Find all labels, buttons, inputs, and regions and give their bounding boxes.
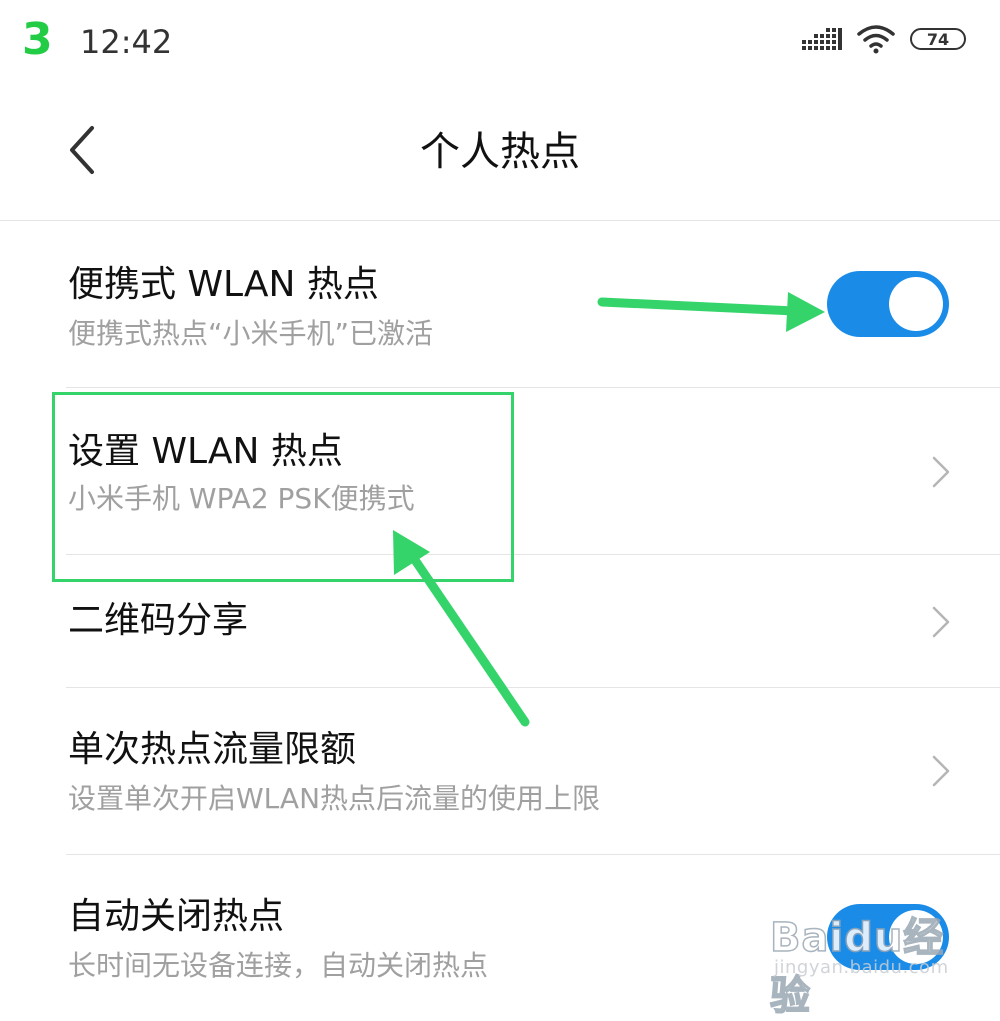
row-title: 二维码分享 [68, 600, 249, 641]
wifi-icon [857, 25, 895, 54]
row-subtitle: 设置单次开启WLAN热点后流量的使用上限 [68, 782, 601, 815]
chevron-right-icon [932, 755, 950, 787]
status-icons: 74 [802, 24, 966, 54]
battery-icon: 74 [910, 28, 966, 50]
status-time: 12:42 [80, 23, 173, 61]
row-subtitle: 长时间无设备连接，自动关闭热点 [68, 949, 489, 982]
toggle-knob [889, 277, 943, 331]
watermark-url: jingyan.baidu.com [774, 957, 949, 978]
row-title: 自动关闭热点 [68, 896, 285, 937]
row-data-limit[interactable]: 单次热点流量限额 设置单次开启WLAN热点后流量的使用上限 [0, 688, 1000, 854]
hotspot-toggle[interactable] [827, 271, 949, 337]
chevron-right-icon [932, 606, 950, 638]
step-number-annotation: 3 [22, 14, 53, 65]
row-title: 便携式 WLAN 热点 [68, 264, 379, 305]
battery-level: 74 [926, 29, 950, 49]
highlight-box-annotation [52, 392, 514, 582]
signal-icon [802, 28, 842, 50]
baidu-watermark: Baidu经验 jingyan.baidu.com [769, 905, 980, 1020]
row-subtitle: 便携式热点“小米手机”已激活 [68, 317, 434, 350]
page-title: 个人热点 [420, 129, 580, 175]
row-portable-hotspot[interactable]: 便携式 WLAN 热点 便携式热点“小米手机”已激活 [0, 221, 1000, 387]
row-title: 单次热点流量限额 [68, 729, 357, 770]
chevron-right-icon [932, 456, 950, 488]
